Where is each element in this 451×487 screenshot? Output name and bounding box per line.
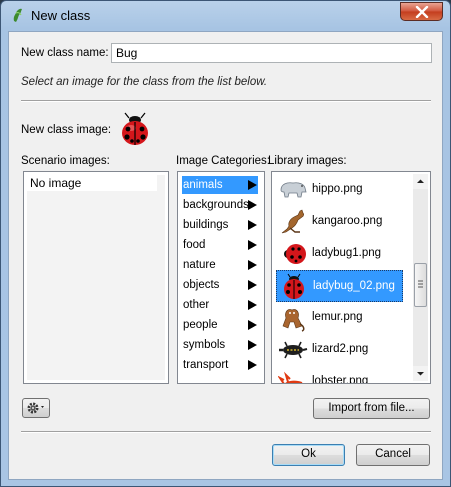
greenfoot-icon	[13, 8, 22, 22]
separator	[21, 100, 431, 102]
ladybug-icon	[284, 244, 306, 264]
import-from-file-button[interactable]: Import from file...	[313, 398, 430, 419]
hippo-icon	[280, 182, 307, 198]
list-item[interactable]: No image	[27, 175, 157, 191]
scenario-images-label: Scenario images:	[21, 155, 110, 167]
hint-text: Select an image for the class from the l…	[21, 76, 268, 88]
image-categories-label: Image Categories:	[176, 155, 270, 167]
chevron-right-icon	[248, 200, 257, 210]
ladybug-preview-icon	[122, 112, 148, 145]
chevron-up-icon	[417, 179, 424, 183]
ladybug-icon	[284, 273, 304, 299]
separator	[21, 431, 431, 433]
window-title: New class	[31, 8, 91, 23]
lemur-icon	[282, 309, 305, 332]
chevron-right-icon	[248, 280, 257, 290]
chevron-down-icon	[417, 372, 424, 376]
category-item[interactable]: animals	[182, 176, 258, 194]
library-scrollbar[interactable]	[413, 174, 428, 381]
class-image-label: New class image:	[21, 124, 112, 136]
scroll-up-button[interactable]	[413, 174, 428, 189]
list-item[interactable]: lemur.png	[276, 302, 403, 334]
settings-button[interactable]	[22, 398, 50, 418]
library-images-list[interactable]: hippo.png kangaroo.png ladybug1.png lady…	[271, 171, 431, 384]
dialog-content: New class name: Bug Select an image for …	[8, 31, 443, 480]
chevron-right-icon	[248, 340, 257, 350]
lizard-icon	[279, 341, 308, 359]
list-item[interactable]: lizard2.png	[276, 334, 403, 366]
library-item-label: lemur.png	[312, 311, 363, 323]
kangaroo-icon	[281, 209, 304, 234]
library-item-label: lizard2.png	[312, 343, 369, 355]
title-bar[interactable]: New class	[1, 1, 450, 30]
library-images-label: Library images:	[268, 155, 347, 167]
scenario-list-area	[27, 175, 165, 380]
library-item-label: kangaroo.png	[312, 215, 383, 227]
chevron-right-icon	[248, 240, 257, 250]
scroll-thumb[interactable]	[414, 263, 427, 307]
chevron-right-icon	[248, 300, 257, 310]
chevron-right-icon	[248, 180, 257, 190]
class-name-label: New class name:	[21, 47, 109, 59]
lobster-icon	[278, 371, 303, 383]
chevron-right-icon	[248, 360, 257, 370]
chevron-right-icon	[248, 220, 257, 230]
dialog-window: New class New class name: Bug Select an …	[0, 0, 451, 487]
library-item-label: hippo.png	[312, 183, 363, 195]
scenario-images-list[interactable]: No image	[23, 171, 169, 384]
close-icon	[415, 6, 429, 18]
gear-icon	[27, 402, 44, 414]
chevron-right-icon	[248, 320, 257, 330]
list-item[interactable]: ladybug1.png	[276, 238, 403, 270]
chevron-right-icon	[248, 260, 257, 270]
library-item-label: lobster.png	[312, 375, 369, 384]
grip-icon	[418, 280, 423, 288]
image-categories-list[interactable]: animals backgrounds buildings food natur…	[177, 171, 265, 384]
list-item[interactable]: lobster.png	[276, 366, 403, 384]
library-item-label: ladybug_02.png	[313, 280, 395, 292]
close-button[interactable]	[400, 2, 443, 21]
class-name-input[interactable]: Bug	[111, 43, 432, 63]
list-item[interactable]: kangaroo.png	[276, 206, 403, 238]
list-item[interactable]: hippo.png	[276, 174, 403, 206]
list-item-selected[interactable]: ladybug_02.png	[276, 270, 403, 302]
scroll-down-button[interactable]	[413, 366, 428, 381]
library-item-label: ladybug1.png	[312, 247, 382, 259]
cancel-button[interactable]: Cancel	[356, 444, 430, 466]
ok-button[interactable]: Ok	[272, 444, 345, 466]
